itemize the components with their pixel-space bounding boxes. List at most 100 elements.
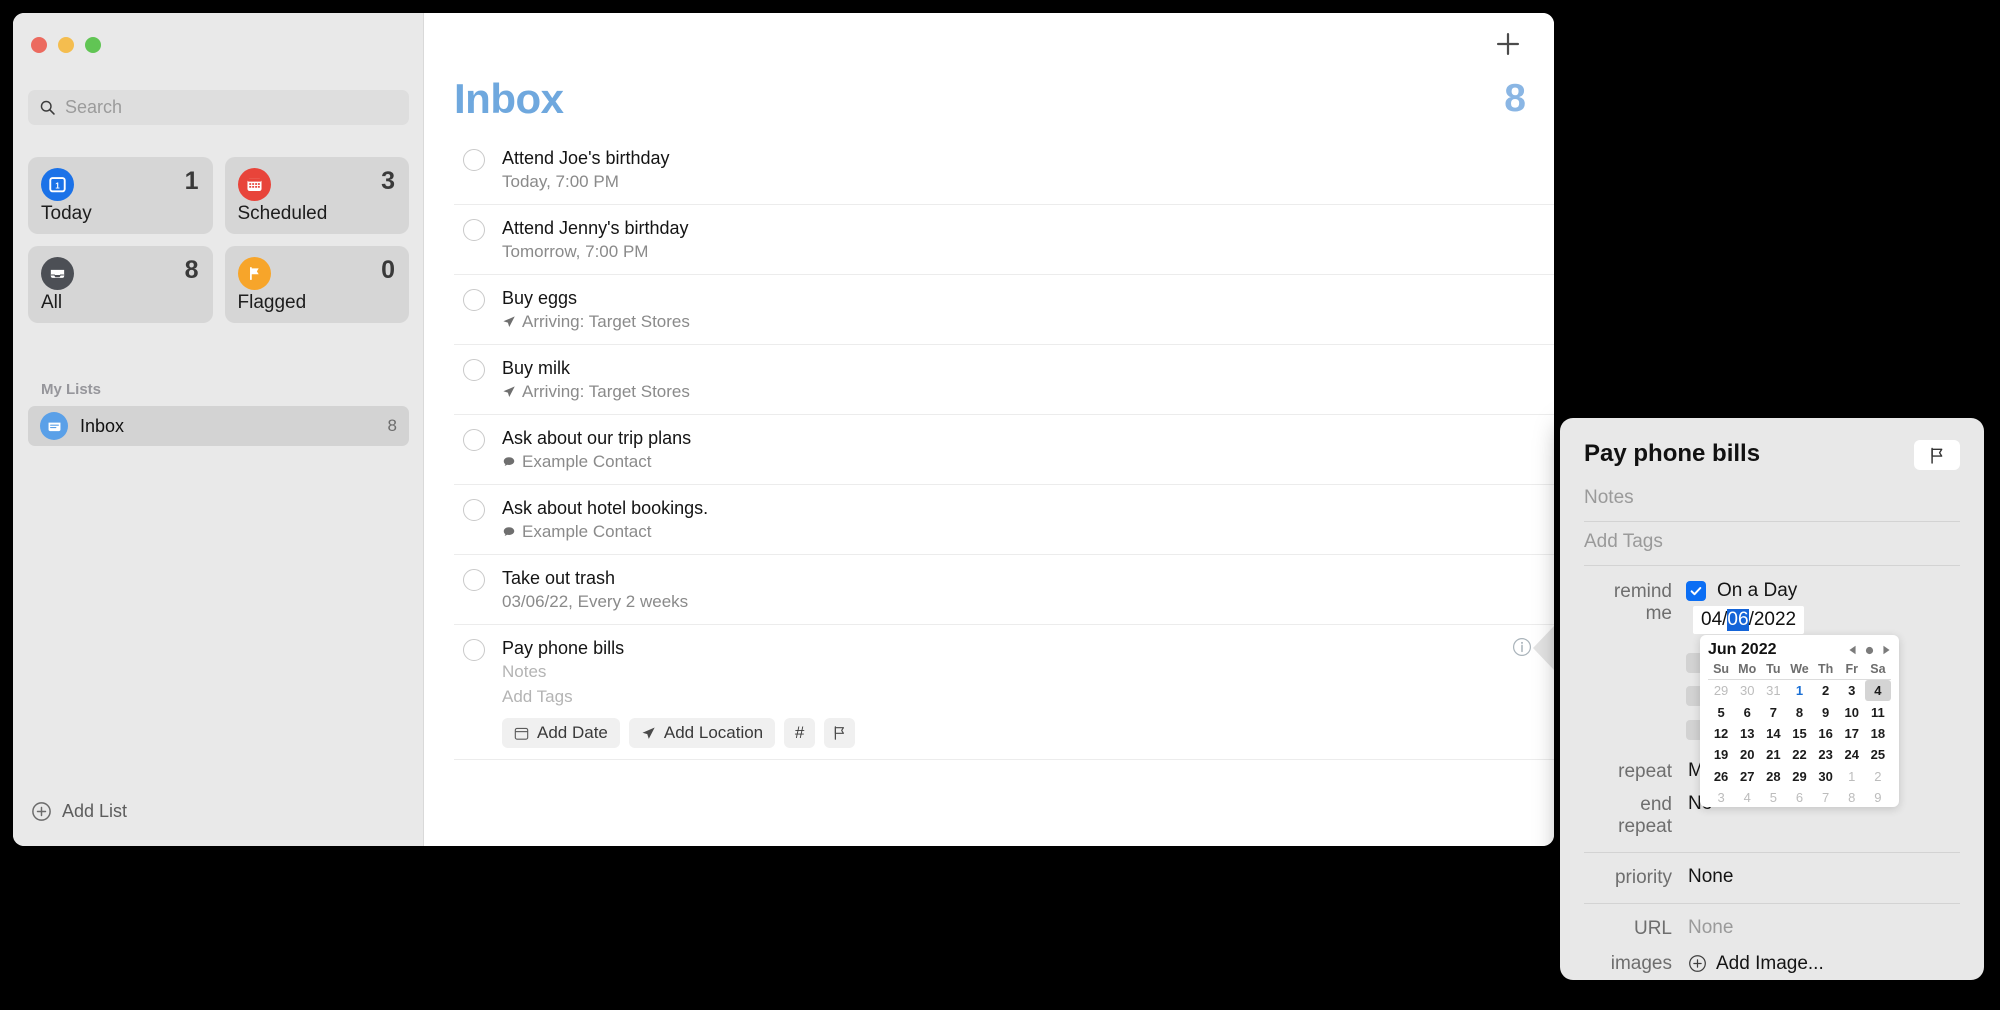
task-complete-toggle[interactable]: [463, 429, 485, 451]
calendar-day[interactable]: 6: [1786, 787, 1812, 808]
task-notes-input[interactable]: Notes: [502, 659, 1554, 684]
calendar-day[interactable]: 6: [1734, 701, 1760, 722]
plus-icon[interactable]: [1494, 30, 1522, 58]
table-row[interactable]: Attend Jenny's birthday Tomorrow, 7:00 P…: [454, 205, 1554, 275]
calendar-day[interactable]: 15: [1786, 723, 1812, 744]
add-date-button[interactable]: Add Date: [502, 718, 620, 748]
table-row[interactable]: Buy eggs Arriving: Target Stores: [454, 275, 1554, 345]
calendar-day[interactable]: 30: [1813, 766, 1839, 787]
calendar-day[interactable]: 22: [1786, 744, 1812, 765]
calendar-day[interactable]: 31: [1760, 680, 1786, 701]
calendar-day[interactable]: 17: [1839, 723, 1865, 744]
calendar-day[interactable]: 19: [1708, 744, 1734, 765]
sidebar-tile-today[interactable]: 1 1 Today: [28, 157, 213, 234]
task-title-input[interactable]: Pay phone bills: [502, 637, 1554, 659]
prev-arrow-icon[interactable]: [1848, 645, 1857, 655]
url-row[interactable]: URL None: [1584, 917, 1960, 940]
calendar-day[interactable]: 23: [1813, 744, 1839, 765]
calendar-day[interactable]: 7: [1813, 787, 1839, 808]
task-complete-toggle[interactable]: [463, 639, 485, 661]
date-day-segment[interactable]: 06: [1727, 609, 1748, 631]
location-arrow-icon: [502, 385, 516, 399]
calendar-day[interactable]: 13: [1734, 723, 1760, 744]
calendar-day[interactable]: 3: [1839, 680, 1865, 701]
calendar-day[interactable]: 4: [1734, 787, 1760, 808]
task-complete-toggle[interactable]: [463, 359, 485, 381]
search-input[interactable]: Search: [28, 90, 409, 125]
zoom-window-button[interactable]: [85, 37, 101, 53]
flag-task-button[interactable]: [824, 718, 855, 748]
table-row-editing[interactable]: Pay phone bills Notes Add Tags Add Date: [454, 625, 1554, 760]
table-row[interactable]: Take out trash 03/06/22, Every 2 weeks: [454, 555, 1554, 625]
task-complete-toggle[interactable]: [463, 569, 485, 591]
calendar-day[interactable]: 9: [1813, 701, 1839, 722]
calendar-day[interactable]: 25: [1865, 744, 1891, 765]
calendar-day[interactable]: 1: [1839, 766, 1865, 787]
calendar-day[interactable]: 8: [1786, 701, 1812, 722]
calendar-day[interactable]: 5: [1760, 787, 1786, 808]
close-window-button[interactable]: [31, 37, 47, 53]
calendar-day[interactable]: 16: [1813, 723, 1839, 744]
sidebar-tile-flagged[interactable]: 0 Flagged: [225, 246, 410, 323]
sidebar-item-inbox[interactable]: Inbox 8: [28, 406, 409, 446]
date-year-segment[interactable]: 2022: [1754, 609, 1796, 631]
calendar-day[interactable]: 29: [1786, 766, 1812, 787]
calendar-day[interactable]: 5: [1708, 701, 1734, 722]
calendar-day[interactable]: 29: [1708, 680, 1734, 701]
date-stepper-input[interactable]: 04 / 06 / 2022: [1693, 606, 1804, 634]
table-row[interactable]: Buy milk Arriving: Target Stores: [454, 345, 1554, 415]
priority-row[interactable]: priority None: [1584, 866, 1960, 889]
calendar-day[interactable]: 24: [1839, 744, 1865, 765]
sidebar-tile-all[interactable]: 8 All: [28, 246, 213, 323]
task-complete-toggle[interactable]: [463, 289, 485, 311]
task-tags-input[interactable]: Add Tags: [502, 684, 1554, 709]
task-complete-toggle[interactable]: [463, 499, 485, 521]
on-a-day-checkbox[interactable]: [1686, 581, 1706, 601]
priority-label: priority: [1584, 866, 1672, 889]
calendar-day[interactable]: 27: [1734, 766, 1760, 787]
add-location-button[interactable]: Add Location: [629, 718, 775, 748]
info-circle-icon[interactable]: [1512, 637, 1532, 657]
calendar-day[interactable]: 10: [1839, 701, 1865, 722]
remind-me-label: remind me: [1584, 580, 1672, 625]
calendar-day[interactable]: 14: [1760, 723, 1786, 744]
sidebar-tile-scheduled[interactable]: 3 Scheduled: [225, 157, 410, 234]
calendar-day[interactable]: 8: [1839, 787, 1865, 808]
next-arrow-icon[interactable]: [1882, 645, 1891, 655]
calendar-day[interactable]: 9: [1865, 787, 1891, 808]
today-dot-icon[interactable]: [1865, 646, 1874, 655]
calendar-day[interactable]: 2: [1865, 766, 1891, 787]
calendar-day[interactable]: 28: [1760, 766, 1786, 787]
calendar-day[interactable]: 26: [1708, 766, 1734, 787]
calendar-day[interactable]: 18: [1865, 723, 1891, 744]
calendar-day[interactable]: 4: [1865, 680, 1891, 701]
table-row[interactable]: Ask about our trip plans Example Contact: [454, 415, 1554, 485]
calendar-day[interactable]: 1: [1786, 680, 1812, 701]
images-row[interactable]: images Add Image...: [1584, 952, 1960, 975]
calendar-day[interactable]: 3: [1708, 787, 1734, 808]
minimize-window-button[interactable]: [58, 37, 74, 53]
inbox-list-label: Inbox: [80, 416, 376, 437]
table-row[interactable]: Attend Joe's birthday Today, 7:00 PM: [454, 135, 1554, 205]
remind-on-a-day-row[interactable]: On a Day: [1686, 580, 1797, 602]
calendar-weekday: Fr: [1839, 662, 1865, 680]
message-bubble-icon: [502, 525, 516, 539]
calendar-day[interactable]: 20: [1734, 744, 1760, 765]
divider: [1584, 903, 1960, 904]
date-month-segment[interactable]: 04: [1701, 609, 1722, 631]
calendar-day[interactable]: 21: [1760, 744, 1786, 765]
table-row[interactable]: Ask about hotel bookings. Example Contac…: [454, 485, 1554, 555]
calendar-day[interactable]: 7: [1760, 701, 1786, 722]
add-list-button[interactable]: Add List: [31, 801, 127, 822]
task-complete-toggle[interactable]: [463, 219, 485, 241]
calendar-day[interactable]: 12: [1708, 723, 1734, 744]
calendar-day[interactable]: 11: [1865, 701, 1891, 722]
detail-flag-button[interactable]: [1914, 440, 1960, 470]
calendar-day[interactable]: 2: [1813, 680, 1839, 701]
date-picker-calendar[interactable]: Jun 2022 SuMoTuWeThFrSa29303112345678910…: [1700, 635, 1899, 807]
task-complete-toggle[interactable]: [463, 149, 485, 171]
detail-tags-input[interactable]: Add Tags: [1584, 522, 1960, 566]
detail-notes-input[interactable]: Notes: [1584, 478, 1960, 522]
add-tag-button[interactable]: #: [784, 718, 815, 748]
calendar-day[interactable]: 30: [1734, 680, 1760, 701]
